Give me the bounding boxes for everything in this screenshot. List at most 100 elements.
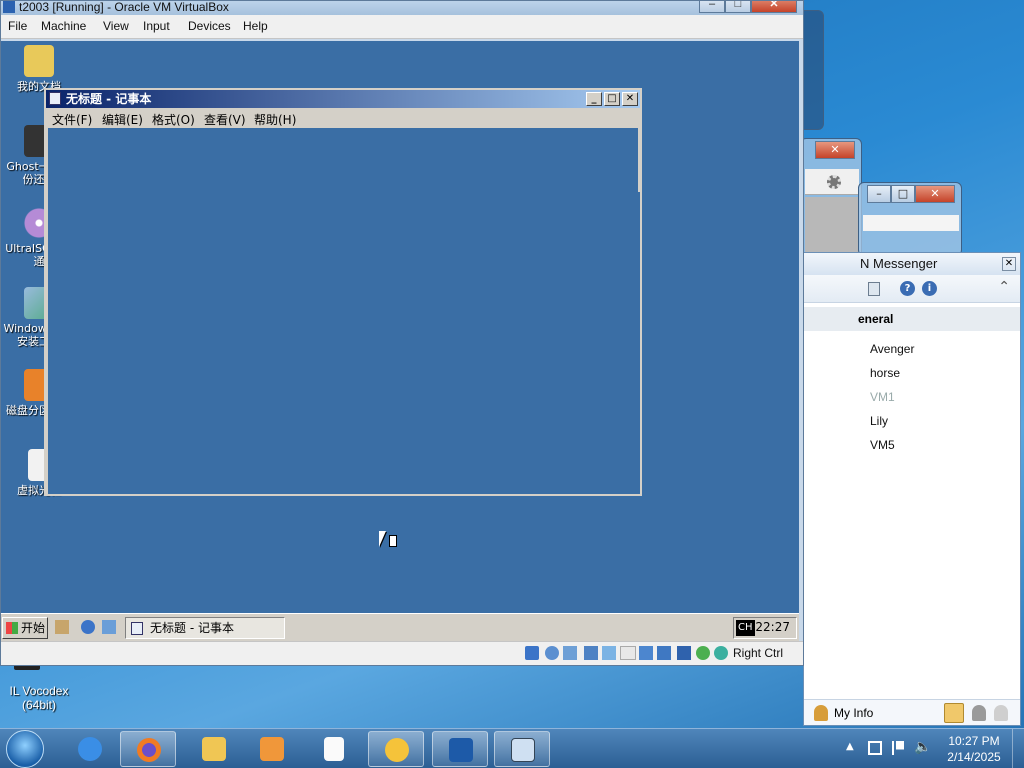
host-desktop-icon-vocodex[interactable]: IL Vocodex (64bit) xyxy=(0,660,78,712)
menu-file[interactable]: 文件(F) xyxy=(52,111,92,128)
host-key-label: Right Ctrl xyxy=(733,646,784,660)
contact-item[interactable]: VM5 xyxy=(804,433,1020,457)
notepad-text-area[interactable] xyxy=(46,128,640,494)
chat-bubble-icon xyxy=(385,738,409,762)
status-keyboard-icon[interactable] xyxy=(714,646,728,660)
quicklaunch-explorer-icon[interactable] xyxy=(102,620,116,634)
contact-item[interactable]: Lily xyxy=(804,409,1020,433)
host-window-back-3[interactable]: – □ ✕ xyxy=(858,182,962,256)
notepad-titlebar[interactable]: 无标题 - 记事本 _ □ ✕ xyxy=(46,90,640,108)
quicklaunch-ie-icon[interactable] xyxy=(81,620,95,634)
media-player-icon xyxy=(260,737,284,761)
menu-format[interactable]: 格式(O) xyxy=(152,111,195,128)
status-cpu-icon[interactable] xyxy=(677,646,691,660)
guest-screen[interactable]: 我的文档 Ghost一键备 份还原 UltraISO软碟 通 Windows快速… xyxy=(1,41,799,643)
system-tray: CH 22:27 xyxy=(733,617,797,639)
taskbar-explorer[interactable] xyxy=(186,731,242,767)
taskbar-win7-64[interactable] xyxy=(494,731,550,767)
status-recording-icon[interactable] xyxy=(657,646,671,660)
close-icon[interactable]: ✕ xyxy=(815,141,855,159)
virtualbox-window[interactable]: t2003 [Running] - Oracle VM VirtualBox –… xyxy=(0,0,804,666)
guest-clock: 22:27 xyxy=(755,620,790,634)
maximize-icon[interactable]: □ xyxy=(604,92,620,106)
start-orb-icon[interactable] xyxy=(6,730,44,768)
maximize-icon[interactable]: □ xyxy=(725,1,751,13)
window-body xyxy=(863,215,959,231)
contact-item[interactable]: horse xyxy=(804,361,1020,385)
show-desktop-button[interactable] xyxy=(1012,729,1024,768)
info-icon[interactable]: i xyxy=(922,281,937,296)
messenger-window[interactable]: N Messenger ✕ ? i ⌃ eneral Avenger horse… xyxy=(803,252,1021,726)
vbox-titlebar[interactable]: t2003 [Running] - Oracle VM VirtualBox –… xyxy=(1,1,803,15)
minimize-icon[interactable]: _ xyxy=(586,92,602,106)
maximize-icon[interactable]: □ xyxy=(891,185,915,203)
status-online-icon[interactable] xyxy=(944,703,964,723)
close-icon[interactable]: ✕ xyxy=(622,92,638,106)
close-icon[interactable]: ✕ xyxy=(915,185,955,203)
contact-group-header[interactable]: eneral xyxy=(804,307,1020,331)
messenger-toolbar: ? i ⌃ xyxy=(804,275,1020,303)
menu-machine[interactable]: Machine xyxy=(41,19,86,33)
task-button-notepad[interactable]: 无标题 - 记事本 xyxy=(125,617,285,639)
status-shared-folder-icon[interactable] xyxy=(620,646,636,660)
vocodex-label-1: IL Vocodex xyxy=(9,684,69,698)
contact-item[interactable]: Avenger xyxy=(804,337,1020,361)
notepad-scroll-edge xyxy=(638,128,640,192)
minimize-icon[interactable]: – xyxy=(867,185,891,203)
menu-edit[interactable]: 编辑(E) xyxy=(102,111,143,128)
taskbar-media-player[interactable] xyxy=(244,731,300,767)
status-audio-icon[interactable] xyxy=(563,646,577,660)
taskbar-firefox[interactable] xyxy=(120,731,176,767)
menu-view[interactable]: View xyxy=(103,19,129,33)
menu-input[interactable]: Input xyxy=(143,19,170,33)
menu-view[interactable]: 查看(V) xyxy=(204,111,246,128)
vbox-menubar: File Machine View Input Devices Help xyxy=(1,15,803,39)
user-icon xyxy=(814,705,828,721)
taskbar-virtualbox[interactable] xyxy=(432,731,488,767)
host-taskbar: ▲ 🔈 10:27 PM 2/14/2025 xyxy=(0,728,1024,768)
start-button[interactable]: 开始 xyxy=(2,617,48,639)
vbox-app-icon xyxy=(3,1,15,13)
toolbar xyxy=(805,169,859,195)
status-hdd-icon[interactable] xyxy=(525,646,539,660)
status-optical-icon[interactable] xyxy=(545,646,559,660)
ie-icon xyxy=(78,737,102,761)
menu-help[interactable]: 帮助(H) xyxy=(254,111,296,128)
show-hidden-icons-icon[interactable]: ▲ xyxy=(846,741,854,752)
ime-indicator[interactable]: CH xyxy=(736,620,755,636)
taskbar-messenger[interactable] xyxy=(368,731,424,767)
menu-help[interactable]: Help xyxy=(243,19,268,33)
notepad-icon xyxy=(131,622,143,635)
host-clock[interactable]: 10:27 PM 2/14/2025 xyxy=(940,733,1008,765)
minimize-icon[interactable]: – xyxy=(699,1,725,13)
status-away-icon[interactable] xyxy=(972,705,986,721)
gear-icon[interactable] xyxy=(827,175,841,189)
volume-icon[interactable]: 🔈 xyxy=(914,739,931,755)
chevron-up-icon[interactable]: ⌃ xyxy=(998,279,1010,295)
desktop-icon-my-documents[interactable]: 我的文档 xyxy=(1,45,77,93)
vbox-title: t2003 [Running] - Oracle VM VirtualBox xyxy=(19,1,229,14)
my-info-button[interactable]: My Info xyxy=(834,706,873,720)
close-icon[interactable]: ✕ xyxy=(1002,257,1016,271)
document-icon xyxy=(324,737,344,761)
taskbar-notepad-file[interactable] xyxy=(308,731,364,767)
taskbar-ie[interactable] xyxy=(62,731,118,767)
network-icon[interactable] xyxy=(868,741,882,755)
notepad-window[interactable]: 无标题 - 记事本 _ □ ✕ 文件(F) 编辑(E) 格式(O) 查看(V) … xyxy=(44,88,642,496)
status-display-icon[interactable] xyxy=(639,646,653,660)
book-icon[interactable] xyxy=(868,282,880,296)
help-icon[interactable]: ? xyxy=(900,281,915,296)
vm-64-icon xyxy=(511,738,535,762)
status-mouse-icon[interactable] xyxy=(696,646,710,660)
status-usb-icon[interactable] xyxy=(602,646,616,660)
status-offline-icon[interactable] xyxy=(994,705,1008,721)
action-center-flag-icon[interactable] xyxy=(892,741,904,755)
menu-devices[interactable]: Devices xyxy=(188,19,231,33)
quicklaunch-desktop-icon[interactable] xyxy=(55,620,69,634)
contact-item[interactable]: VM1 xyxy=(804,385,1020,409)
status-network-icon[interactable] xyxy=(584,646,598,660)
menu-file[interactable]: File xyxy=(8,19,27,33)
close-icon[interactable]: ✕ xyxy=(751,1,797,13)
messenger-title: N Messenger xyxy=(804,253,1020,275)
windows-logo-icon xyxy=(6,622,18,634)
